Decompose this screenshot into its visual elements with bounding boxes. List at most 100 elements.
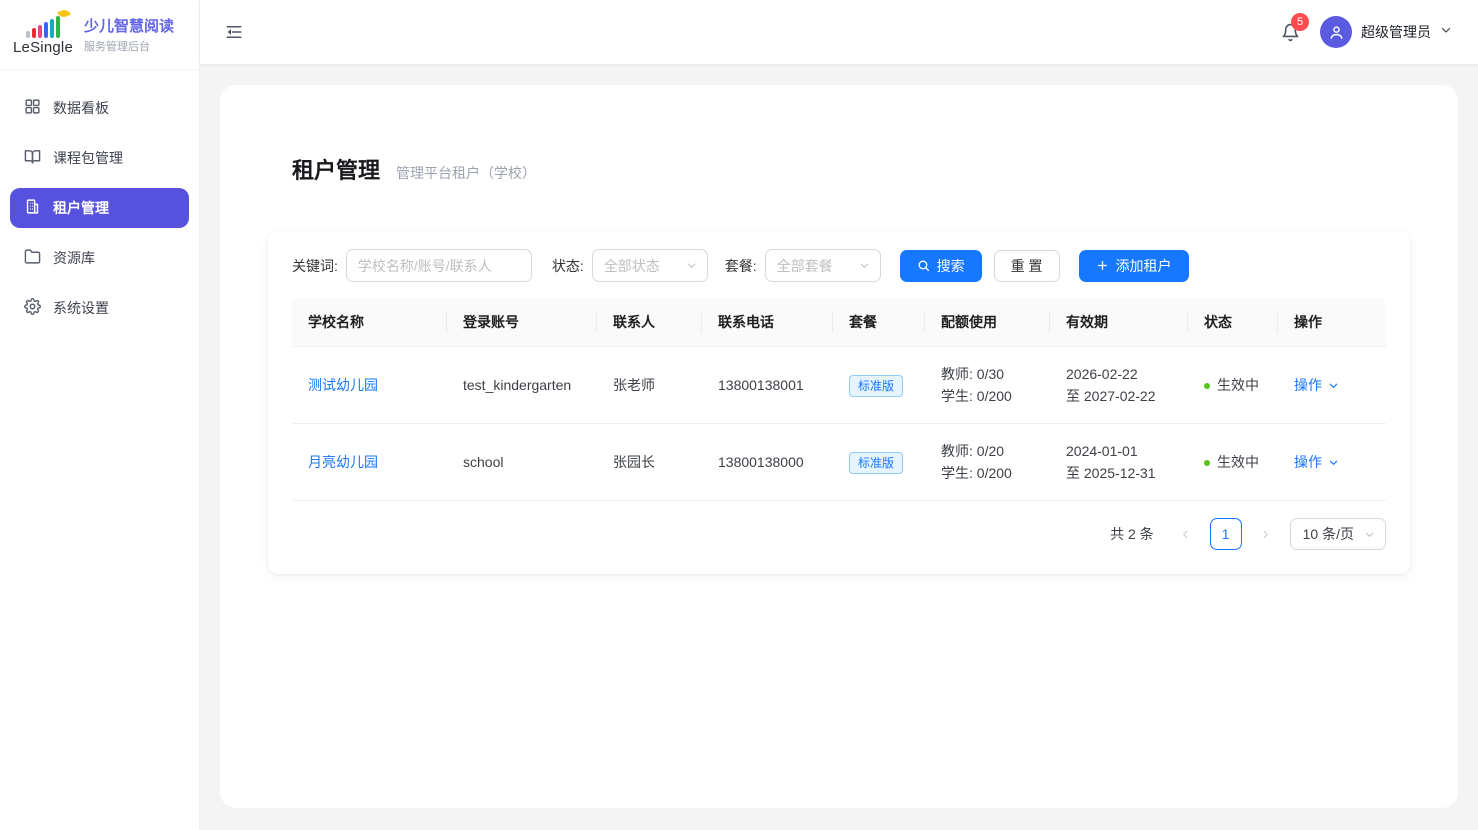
filter-bar: 关键词: 状态: 全部状态 套餐: 全部套餐 [292,249,1386,282]
app-root: LeSingle 少儿智慧阅读 服务管理后台 数据看板 课程包管理 [0,0,1478,830]
plus-icon [1096,259,1109,272]
status-label: 状态: [552,256,584,276]
sidebar-collapse-button[interactable] [222,20,246,44]
user-name: 超级管理员 [1361,22,1431,42]
brand-text: 少儿智慧阅读 服务管理后台 [84,15,174,54]
quota-teacher: 教师: 0/20 [941,440,1034,462]
contact-cell: 张老师 [597,347,702,424]
plan-select-value: 全部套餐 [777,256,833,276]
tenant-table: 学校名称 登录账号 联系人 联系电话 套餐 配额使用 有效期 状态 操作 [292,298,1386,501]
search-button-label: 搜索 [937,256,965,276]
chevron-down-icon [1364,529,1375,540]
valid-to: 至 2025-12-31 [1066,462,1172,484]
sidebar-item-course-packages[interactable]: 课程包管理 [10,138,189,178]
status-cell: 生效中 [1188,347,1278,424]
sidebar-item-label: 资源库 [53,248,95,268]
chevron-down-icon [686,260,697,271]
sidebar-item-settings[interactable]: 系统设置 [10,288,189,328]
page-header: 租户管理 管理平台租户（学校） [268,153,1410,185]
contact-cell: 张园长 [597,424,702,501]
plan-tag: 标准版 [849,452,903,474]
sidebar-menu: 数据看板 课程包管理 租户管理 资源库 [0,70,199,346]
topbar: 5 超级管理员 [200,0,1478,64]
quota-teacher: 教师: 0/30 [941,363,1034,385]
valid-to: 至 2027-02-22 [1066,385,1172,407]
table-row: 测试幼儿园 test_kindergarten 张老师 13800138001 … [292,347,1386,424]
logo-wordmark: LeSingle [13,39,73,56]
add-tenant-button[interactable]: 添加租户 [1079,250,1189,282]
phone-cell: 13800138000 [702,424,833,501]
row-actions-label: 操作 [1294,451,1322,473]
page-subtitle: 管理平台租户（学校） [396,163,536,183]
row-actions-label: 操作 [1294,374,1322,396]
account-cell: school [447,424,597,501]
chevron-down-icon [1328,457,1339,468]
plan-select[interactable]: 全部套餐 [765,249,881,282]
gear-icon [24,298,41,318]
user-icon [1328,24,1345,41]
building-icon [24,198,41,218]
quota-student: 学生: 0/200 [941,385,1034,407]
valid-from: 2024-01-01 [1066,440,1172,462]
chevron-right-icon [1260,529,1271,540]
folder-icon [24,248,41,268]
status-dot [1204,383,1210,389]
school-name-link[interactable]: 测试幼儿园 [308,377,378,393]
reset-button[interactable]: 重 置 [994,250,1060,282]
page-size-select[interactable]: 10 条/页 [1290,518,1386,550]
brand-title: 少儿智慧阅读 [84,15,174,36]
status-badge: 生效中 [1217,454,1259,470]
col-contact: 联系人 [597,298,702,347]
pagination: 共 2 条 1 10 条/页 [292,518,1386,550]
content: 租户管理 管理平台租户（学校） 关键词: 状态: 全部状态 套餐: [200,64,1478,830]
add-tenant-button-label: 添加租户 [1116,256,1172,276]
search-icon [917,259,930,272]
avatar [1320,16,1352,48]
status-cell: 生效中 [1188,424,1278,501]
chevron-down-icon [859,260,870,271]
col-school-name: 学校名称 [292,298,447,347]
tenant-panel: 关键词: 状态: 全部状态 套餐: 全部套餐 [268,231,1410,574]
phone-cell: 13800138001 [702,347,833,424]
plan-label: 套餐: [725,256,757,276]
status-dot [1204,460,1210,466]
reset-button-label: 重 置 [1011,256,1043,276]
sidebar-item-tenants[interactable]: 租户管理 [10,188,189,228]
sidebar-item-label: 租户管理 [53,198,109,218]
user-menu[interactable]: 超级管理员 [1320,16,1452,48]
sidebar: LeSingle 少儿智慧阅读 服务管理后台 数据看板 课程包管理 [0,0,200,830]
pagination-total: 共 2 条 [1110,524,1154,544]
keyword-input[interactable] [346,249,532,282]
valid-from: 2026-02-22 [1066,363,1172,385]
pagination-prev-button[interactable] [1170,518,1202,550]
sidebar-item-label: 课程包管理 [53,148,123,168]
sidebar-item-dashboard[interactable]: 数据看板 [10,88,189,128]
row-actions-dropdown[interactable]: 操作 [1294,374,1339,396]
status-badge: 生效中 [1217,377,1259,393]
status-select-value: 全部状态 [604,256,660,276]
page-title: 租户管理 [292,153,380,185]
sidebar-item-resources[interactable]: 资源库 [10,238,189,278]
validity-cell: 2024-01-01 至 2025-12-31 [1050,424,1188,501]
col-quota: 配额使用 [925,298,1050,347]
col-validity: 有效期 [1050,298,1188,347]
plan-tag: 标准版 [849,375,903,397]
logo-bars-icon [26,14,60,38]
notifications-button[interactable]: 5 [1278,20,1302,44]
page-size-value: 10 条/页 [1303,524,1354,544]
pagination-page-1[interactable]: 1 [1210,518,1242,550]
pagination-next-button[interactable] [1250,518,1282,550]
quota-cell: 教师: 0/20 学生: 0/200 [925,424,1050,501]
quota-cell: 教师: 0/30 学生: 0/200 [925,347,1050,424]
sidebar-item-label: 系统设置 [53,298,109,318]
col-status: 状态 [1188,298,1278,347]
row-actions-dropdown[interactable]: 操作 [1294,451,1339,473]
chevron-down-icon [1328,380,1339,391]
col-plan: 套餐 [833,298,925,347]
search-button[interactable]: 搜索 [900,250,982,282]
school-name-link[interactable]: 月亮幼儿园 [308,454,378,470]
table-row: 月亮幼儿园 school 张园长 13800138000 标准版 教师: 0/2… [292,424,1386,501]
status-select[interactable]: 全部状态 [592,249,708,282]
col-account: 登录账号 [447,298,597,347]
keyword-label: 关键词: [292,256,338,276]
